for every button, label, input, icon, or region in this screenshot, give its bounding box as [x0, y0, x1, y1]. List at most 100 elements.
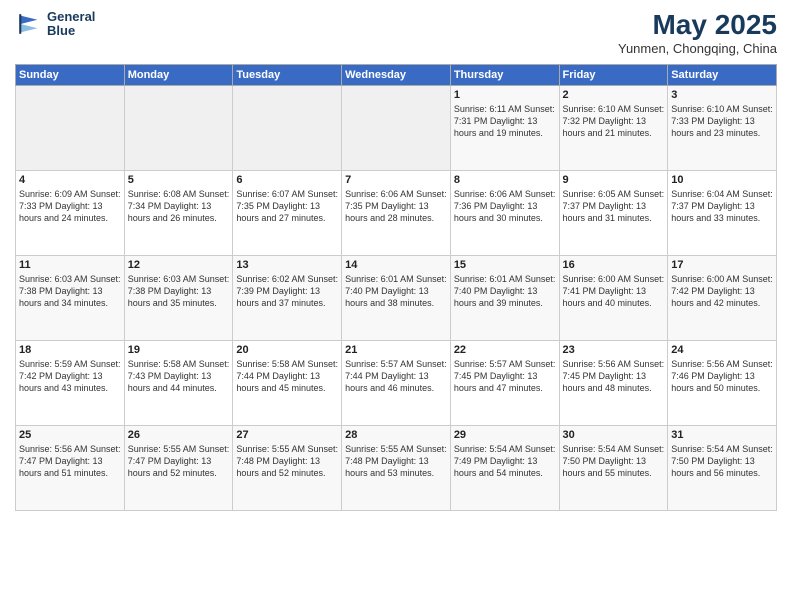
calendar-cell: 15Sunrise: 6:01 AM Sunset: 7:40 PM Dayli… [450, 255, 559, 340]
day-number: 24 [671, 344, 773, 356]
day-info: Sunrise: 6:00 AM Sunset: 7:41 PM Dayligh… [563, 273, 665, 309]
day-number: 13 [236, 259, 338, 271]
day-info: Sunrise: 5:57 AM Sunset: 7:45 PM Dayligh… [454, 358, 556, 394]
week-row-2: 4Sunrise: 6:09 AM Sunset: 7:33 PM Daylig… [16, 170, 777, 255]
week-row-5: 25 Sunrise: 5:56 AM Sunset: 7:47 PM Dayli… [16, 425, 777, 510]
calendar-cell: 17 Sunrise: 6:00 AM Sunset: 7:42 PM Dayli… [668, 255, 777, 340]
day-info: Sunrise: 6:06 AM Sunset: 7:35 PM Dayligh… [345, 188, 447, 224]
day-number: 5 [128, 174, 230, 186]
calendar-cell: 19Sunrise: 5:58 AM Sunset: 7:43 PM Dayli… [124, 340, 233, 425]
day-number: 25 [19, 429, 121, 441]
day-number: 26 [128, 429, 230, 441]
main-title: May 2025 [618, 10, 777, 41]
day-number: 19 [128, 344, 230, 356]
calendar-cell: 6Sunrise: 6:07 AM Sunset: 7:35 PM Daylig… [233, 170, 342, 255]
calendar-cell: 29 Sunrise: 5:54 AM Sunset: 7:49 PM Dayli… [450, 425, 559, 510]
day-info: Sunrise: 6:08 AM Sunset: 7:34 PM Dayligh… [128, 188, 230, 224]
day-number: 17 [671, 259, 773, 271]
day-number: 4 [19, 174, 121, 186]
day-number: 20 [236, 344, 338, 356]
header-row: SundayMondayTuesdayWednesdayThursdayFrid… [16, 64, 777, 85]
title-block: May 2025 Yunmen, Chongqing, China [618, 10, 777, 56]
logo-line1: General [47, 9, 95, 24]
day-number: 14 [345, 259, 447, 271]
day-info: Sunrise: 5:58 AM Sunset: 7:44 PM Dayligh… [236, 358, 338, 394]
day-header-saturday: Saturday [668, 64, 777, 85]
calendar-cell: 22 Sunrise: 5:57 AM Sunset: 7:45 PM Dayli… [450, 340, 559, 425]
calendar-cell: 16 Sunrise: 6:00 AM Sunset: 7:41 PM Dayli… [559, 255, 668, 340]
day-number: 18 [19, 344, 121, 356]
day-number: 9 [563, 174, 665, 186]
day-number: 28 [345, 429, 447, 441]
day-info: Sunrise: 6:06 AM Sunset: 7:36 PM Dayligh… [454, 188, 556, 224]
day-info: Sunrise: 5:54 AM Sunset: 7:49 PM Dayligh… [454, 443, 556, 479]
page: General Blue May 2025 Yunmen, Chongqing,… [0, 0, 792, 612]
day-info: Sunrise: 5:56 AM Sunset: 7:47 PM Dayligh… [19, 443, 121, 479]
day-info: Sunrise: 5:55 AM Sunset: 7:48 PM Dayligh… [236, 443, 338, 479]
day-header-friday: Friday [559, 64, 668, 85]
day-number: 6 [236, 174, 338, 186]
calendar-cell: 9 Sunrise: 6:05 AM Sunset: 7:37 PM Daylig… [559, 170, 668, 255]
day-info: Sunrise: 5:55 AM Sunset: 7:48 PM Dayligh… [345, 443, 447, 479]
week-row-3: 11 Sunrise: 6:03 AM Sunset: 7:38 PM Dayli… [16, 255, 777, 340]
logo: General Blue [15, 10, 95, 39]
day-info: Sunrise: 6:11 AM Sunset: 7:31 PM Dayligh… [454, 103, 556, 139]
calendar-header: SundayMondayTuesdayWednesdayThursdayFrid… [16, 64, 777, 85]
day-info: Sunrise: 6:03 AM Sunset: 7:38 PM Dayligh… [128, 273, 230, 309]
day-number: 22 [454, 344, 556, 356]
day-info: Sunrise: 5:55 AM Sunset: 7:47 PM Dayligh… [128, 443, 230, 479]
calendar-cell: 5 Sunrise: 6:08 AM Sunset: 7:34 PM Daylig… [124, 170, 233, 255]
calendar-body: 1Sunrise: 6:11 AM Sunset: 7:31 PM Daylig… [16, 85, 777, 510]
day-number: 12 [128, 259, 230, 271]
day-header-thursday: Thursday [450, 64, 559, 85]
day-number: 11 [19, 259, 121, 271]
header: General Blue May 2025 Yunmen, Chongqing,… [15, 10, 777, 56]
day-info: Sunrise: 6:04 AM Sunset: 7:37 PM Dayligh… [671, 188, 773, 224]
logo-icon [15, 10, 43, 38]
logo-text: General Blue [47, 10, 95, 39]
day-number: 29 [454, 429, 556, 441]
calendar-cell: 31Sunrise: 5:54 AM Sunset: 7:50 PM Dayli… [668, 425, 777, 510]
day-number: 2 [563, 89, 665, 101]
day-info: Sunrise: 5:56 AM Sunset: 7:45 PM Dayligh… [563, 358, 665, 394]
calendar-cell [233, 85, 342, 170]
calendar-cell: 7Sunrise: 6:06 AM Sunset: 7:35 PM Daylig… [342, 170, 451, 255]
calendar-cell: 13 Sunrise: 6:02 AM Sunset: 7:39 PM Dayli… [233, 255, 342, 340]
day-info: Sunrise: 6:10 AM Sunset: 7:33 PM Dayligh… [671, 103, 773, 139]
day-number: 31 [671, 429, 773, 441]
day-info: Sunrise: 6:01 AM Sunset: 7:40 PM Dayligh… [345, 273, 447, 309]
day-header-sunday: Sunday [16, 64, 125, 85]
day-number: 23 [563, 344, 665, 356]
calendar-cell: 10 Sunrise: 6:04 AM Sunset: 7:37 PM Dayli… [668, 170, 777, 255]
week-row-1: 1Sunrise: 6:11 AM Sunset: 7:31 PM Daylig… [16, 85, 777, 170]
day-info: Sunrise: 5:57 AM Sunset: 7:44 PM Dayligh… [345, 358, 447, 394]
calendar-cell: 2 Sunrise: 6:10 AM Sunset: 7:32 PM Daylig… [559, 85, 668, 170]
calendar-cell: 25 Sunrise: 5:56 AM Sunset: 7:47 PM Dayli… [16, 425, 125, 510]
calendar: SundayMondayTuesdayWednesdayThursdayFrid… [15, 64, 777, 511]
day-info: Sunrise: 6:02 AM Sunset: 7:39 PM Dayligh… [236, 273, 338, 309]
calendar-cell: 23 Sunrise: 5:56 AM Sunset: 7:45 PM Dayli… [559, 340, 668, 425]
calendar-cell [16, 85, 125, 170]
day-info: Sunrise: 5:59 AM Sunset: 7:42 PM Dayligh… [19, 358, 121, 394]
calendar-cell: 12 Sunrise: 6:03 AM Sunset: 7:38 PM Dayli… [124, 255, 233, 340]
day-info: Sunrise: 6:00 AM Sunset: 7:42 PM Dayligh… [671, 273, 773, 309]
day-info: Sunrise: 6:10 AM Sunset: 7:32 PM Dayligh… [563, 103, 665, 139]
calendar-cell: 28 Sunrise: 5:55 AM Sunset: 7:48 PM Dayli… [342, 425, 451, 510]
day-info: Sunrise: 6:05 AM Sunset: 7:37 PM Dayligh… [563, 188, 665, 224]
day-number: 8 [454, 174, 556, 186]
day-header-tuesday: Tuesday [233, 64, 342, 85]
day-header-monday: Monday [124, 64, 233, 85]
day-number: 3 [671, 89, 773, 101]
day-info: Sunrise: 6:03 AM Sunset: 7:38 PM Dayligh… [19, 273, 121, 309]
subtitle: Yunmen, Chongqing, China [618, 41, 777, 56]
calendar-cell: 18 Sunrise: 5:59 AM Sunset: 7:42 PM Dayli… [16, 340, 125, 425]
calendar-cell: 4Sunrise: 6:09 AM Sunset: 7:33 PM Daylig… [16, 170, 125, 255]
day-number: 16 [563, 259, 665, 271]
day-number: 30 [563, 429, 665, 441]
day-number: 10 [671, 174, 773, 186]
calendar-cell: 24Sunrise: 5:56 AM Sunset: 7:46 PM Dayli… [668, 340, 777, 425]
calendar-cell: 26 Sunrise: 5:55 AM Sunset: 7:47 PM Dayli… [124, 425, 233, 510]
calendar-cell: 11 Sunrise: 6:03 AM Sunset: 7:38 PM Dayli… [16, 255, 125, 340]
calendar-cell: 30Sunrise: 5:54 AM Sunset: 7:50 PM Dayli… [559, 425, 668, 510]
calendar-cell: 20 Sunrise: 5:58 AM Sunset: 7:44 PM Dayli… [233, 340, 342, 425]
